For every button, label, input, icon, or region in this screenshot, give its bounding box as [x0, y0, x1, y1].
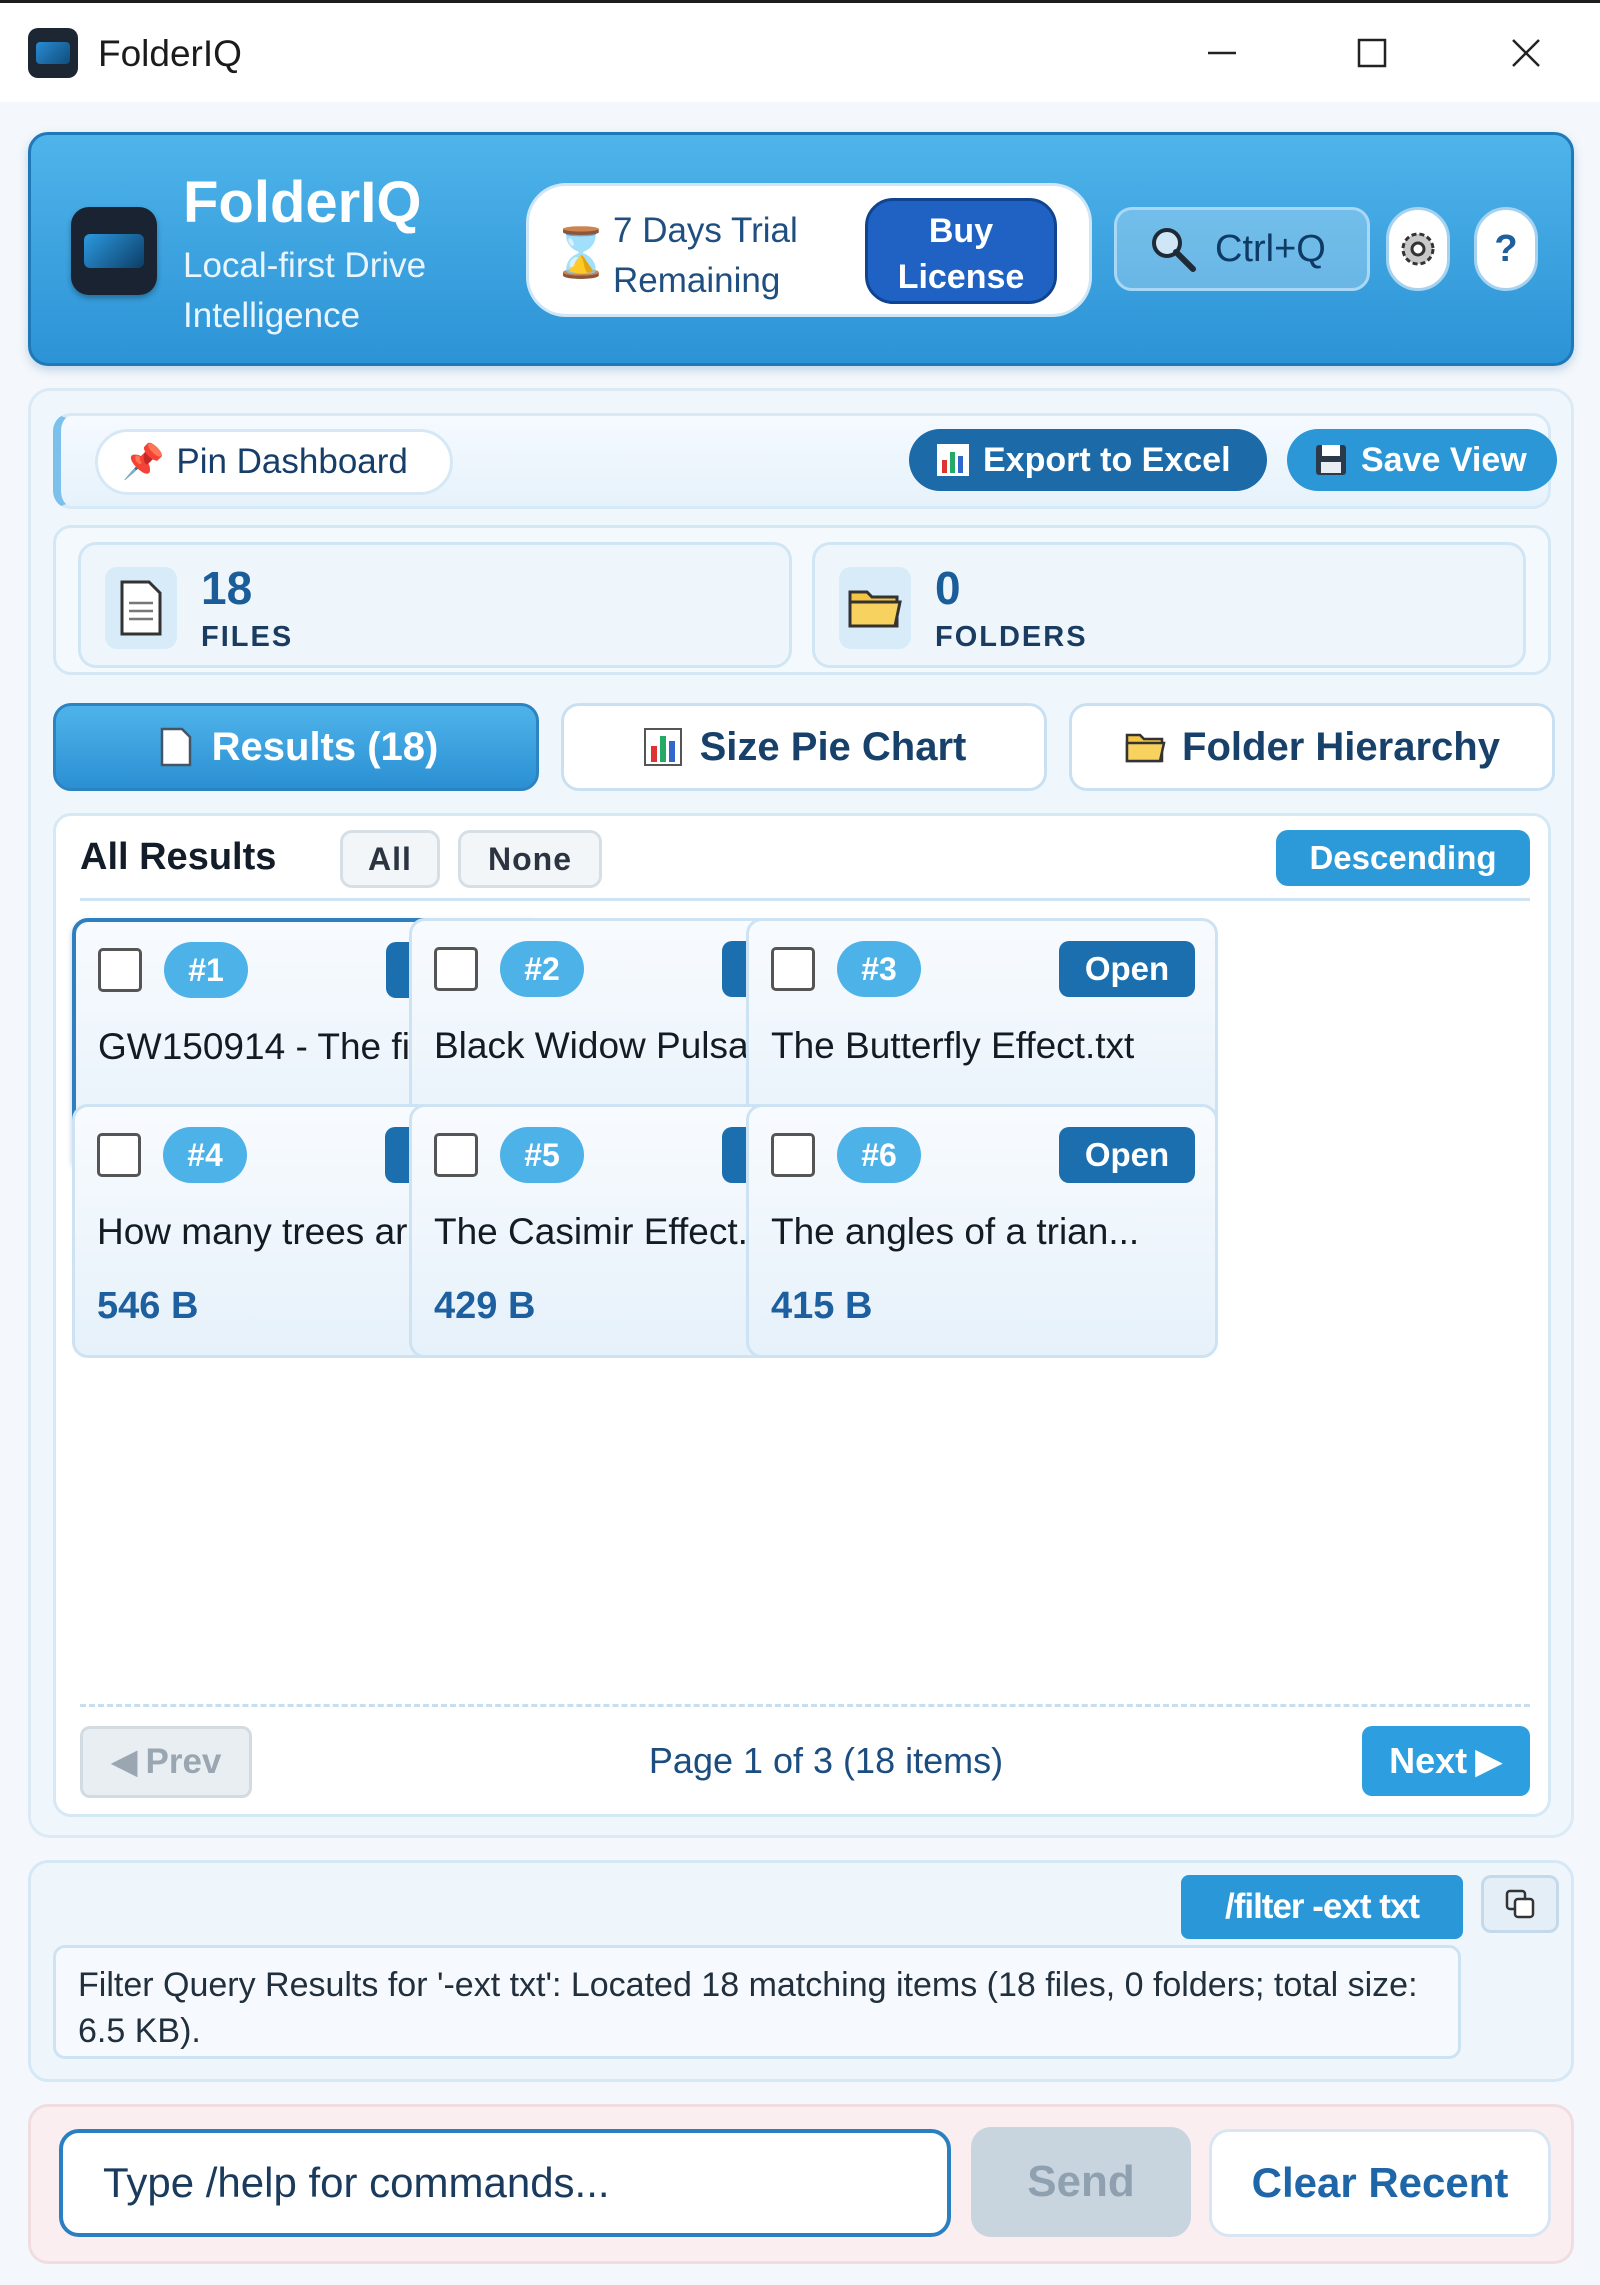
- file-size: 546 B: [97, 1285, 199, 1327]
- maximize-icon: [1357, 38, 1387, 68]
- summary-stats: 18 FILES 0 FOLDERS: [53, 525, 1551, 675]
- tab-results[interactable]: Results (18): [53, 703, 539, 791]
- select-checkbox[interactable]: [98, 948, 142, 992]
- maximize-button[interactable]: [1342, 23, 1402, 83]
- files-count: 18: [201, 562, 253, 614]
- file-name: The angles of a trian...: [771, 1211, 1140, 1252]
- file-name: The Butterfly Effect.txt: [771, 1025, 1135, 1066]
- buy-license-button[interactable]: Buy License: [865, 198, 1057, 304]
- save-view-button[interactable]: Save View: [1287, 429, 1557, 491]
- tab-size-pie-chart-label: Size Pie Chart: [699, 724, 967, 769]
- window-title: FolderIQ: [98, 33, 242, 74]
- app-icon: [28, 28, 78, 78]
- settings-button[interactable]: [1386, 207, 1450, 291]
- tab-folder-hierarchy-label: Folder Hierarchy: [1182, 724, 1500, 769]
- rank-badge: #4: [163, 1127, 247, 1183]
- hourglass-icon: ⌛: [551, 227, 611, 280]
- prev-page-label: Prev: [145, 1742, 222, 1781]
- results-heading: All Results: [80, 836, 277, 878]
- help-icon: ?: [1494, 227, 1518, 270]
- search-shortcut: Ctrl+Q: [1215, 227, 1326, 270]
- result-card[interactable]: #6 Open The angles of a trian... 415 B: [746, 1104, 1218, 1358]
- results-panel: All Results All None Descending #1OpenGW…: [53, 813, 1551, 1817]
- select-checkbox[interactable]: [434, 1133, 478, 1177]
- export-excel-button[interactable]: Export to Excel: [909, 429, 1267, 491]
- open-file-button[interactable]: Open: [1059, 1127, 1195, 1183]
- brand-logo-icon: [71, 207, 157, 295]
- copy-output-button[interactable]: [1481, 1875, 1559, 1933]
- prev-page-button[interactable]: ◀ Prev: [80, 1726, 252, 1798]
- pin-dashboard-button[interactable]: 📌 Pin Dashboard: [95, 429, 453, 495]
- trial-text: 7 Days Trial Remaining: [613, 211, 798, 300]
- folder-icon: [1125, 733, 1166, 763]
- results-divider: [80, 898, 1530, 901]
- minimize-icon: [1208, 51, 1236, 55]
- sort-order-button[interactable]: Descending: [1276, 830, 1530, 886]
- tab-folder-hierarchy[interactable]: Folder Hierarchy: [1069, 703, 1555, 791]
- search-icon: [1152, 228, 1196, 272]
- copy-icon: [1505, 1889, 1535, 1919]
- tab-results-label: Results (18): [211, 724, 439, 769]
- export-excel-label: Export to Excel: [983, 440, 1231, 479]
- command-output-panel: /filter -ext txt Filter Query Results fo…: [28, 1860, 1574, 2082]
- next-page-button[interactable]: Next ▶: [1362, 1726, 1530, 1796]
- open-file-button[interactable]: Open: [1059, 941, 1195, 997]
- app-header: FolderIQ Local-first Drive Intelligence …: [28, 132, 1574, 366]
- minimize-button[interactable]: [1192, 23, 1252, 83]
- pin-dashboard-label: Pin Dashboard: [176, 442, 408, 481]
- command-chip[interactable]: /filter -ext txt: [1181, 1875, 1463, 1939]
- page-info: Page 1 of 3 (18 items): [648, 1740, 1004, 1781]
- file-size: 429 B: [434, 1285, 536, 1327]
- send-button[interactable]: Send: [971, 2127, 1191, 2237]
- close-icon: [1512, 39, 1540, 67]
- close-button[interactable]: [1496, 23, 1556, 83]
- rank-badge: #1: [164, 942, 248, 998]
- files-label: FILES: [201, 621, 294, 653]
- rank-badge: #5: [500, 1127, 584, 1183]
- triangle-right-icon: ▶: [1475, 1740, 1503, 1781]
- triangle-left-icon: ◀: [110, 1742, 138, 1781]
- folders-stat-card: 0 FOLDERS: [812, 542, 1526, 668]
- file-size: 415 B: [771, 1285, 873, 1327]
- pushpin-icon: 📌: [122, 443, 165, 481]
- help-button[interactable]: ?: [1474, 207, 1538, 291]
- select-checkbox[interactable]: [771, 947, 815, 991]
- brand-tagline: Local-first Drive Intelligence: [183, 246, 427, 335]
- select-checkbox[interactable]: [97, 1133, 141, 1177]
- select-none-button[interactable]: None: [458, 830, 602, 888]
- bar-chart-icon: [937, 444, 969, 476]
- folders-count: 0: [935, 562, 961, 614]
- folders-label: FOLDERS: [935, 621, 1088, 653]
- rank-badge: #6: [837, 1127, 921, 1183]
- gear-icon: [1401, 232, 1435, 266]
- bar-chart-icon: [643, 728, 682, 766]
- brand-name: FolderIQ: [183, 170, 422, 235]
- search-button[interactable]: Ctrl+Q: [1114, 207, 1370, 291]
- window-titlebar: FolderIQ: [0, 0, 1600, 102]
- rank-badge: #3: [837, 941, 921, 997]
- pagination-divider: [80, 1704, 1530, 1707]
- select-all-button[interactable]: All: [340, 830, 440, 888]
- files-stat-card: 18 FILES: [78, 542, 792, 668]
- floppy-disk-icon: [1316, 445, 1346, 475]
- command-output-text: Filter Query Results for '-ext txt': Loc…: [53, 1945, 1461, 2059]
- trial-banner: ⌛ 7 Days Trial Remaining Buy License: [526, 183, 1092, 317]
- document-icon: [120, 580, 162, 636]
- folder-icon: [848, 590, 902, 628]
- save-view-label: Save View: [1361, 440, 1527, 479]
- next-page-label: Next: [1389, 1740, 1468, 1781]
- dashboard-toolbar: 📌 Pin Dashboard Export to Excel Save Vie…: [53, 413, 1557, 509]
- command-input[interactable]: [59, 2129, 951, 2237]
- rank-badge: #2: [500, 941, 584, 997]
- select-checkbox[interactable]: [434, 947, 478, 991]
- tab-size-pie-chart[interactable]: Size Pie Chart: [561, 703, 1047, 791]
- command-composer: Send Clear Recent: [28, 2104, 1574, 2264]
- document-icon: [160, 727, 191, 767]
- select-checkbox[interactable]: [771, 1133, 815, 1177]
- dashboard-panel: 📌 Pin Dashboard Export to Excel Save Vie…: [28, 388, 1574, 1838]
- clear-recent-button[interactable]: Clear Recent: [1209, 2129, 1551, 2237]
